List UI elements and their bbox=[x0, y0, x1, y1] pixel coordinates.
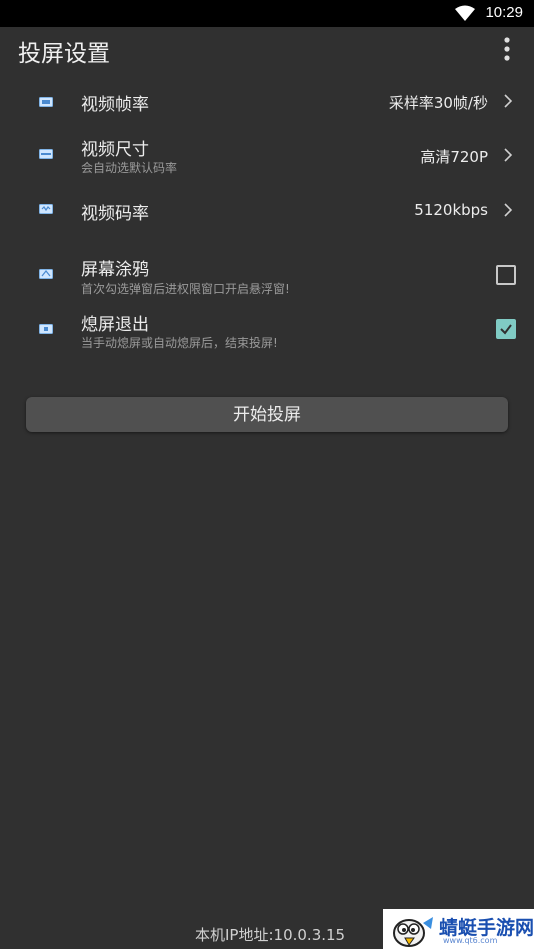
setting-frame-rate[interactable]: 视频帧率 采样率30帧/秒 bbox=[0, 82, 534, 122]
status-time: 10:29 bbox=[485, 4, 523, 21]
setting-bitrate[interactable]: 视频码率 5120kbps bbox=[0, 190, 534, 230]
watermark-url: www.qt6.com bbox=[443, 936, 498, 945]
screen-doodle-checkbox[interactable] bbox=[496, 265, 516, 285]
dragonfly-mascot-icon bbox=[393, 917, 433, 947]
start-cast-button[interactable]: 开始投屏 bbox=[26, 397, 508, 432]
page-title: 投屏设置 bbox=[18, 41, 110, 67]
exit-on-screen-off-checkbox[interactable] bbox=[496, 319, 516, 339]
chevron-right-icon bbox=[504, 203, 513, 217]
toggle-screen-doodle-sub: 首次勾选弹窗后进权限窗口开启悬浮窗! bbox=[81, 282, 290, 296]
watermark-logo: 蜻蜓手游网 www.qt6.com bbox=[383, 909, 534, 949]
chevron-right-icon bbox=[504, 148, 513, 162]
app-bar: 投屏设置 bbox=[0, 27, 534, 73]
setting-bitrate-label: 视频码率 bbox=[81, 204, 149, 224]
bitrate-icon bbox=[39, 204, 53, 214]
local-ip-text: 本机IP地址:10.0.3.15 bbox=[195, 926, 346, 944]
toggle-screen-doodle[interactable]: 屏幕涂鸦 首次勾选弹窗后进权限窗口开启悬浮窗! bbox=[0, 253, 534, 299]
setting-video-size-label: 视频尺寸 bbox=[81, 140, 149, 160]
screen-off-icon bbox=[39, 324, 53, 334]
setting-video-size-sub: 会自动选默认码率 bbox=[81, 161, 178, 175]
setting-bitrate-value: 5120kbps bbox=[414, 201, 488, 219]
wifi-icon bbox=[455, 5, 475, 21]
chevron-right-icon bbox=[504, 94, 513, 108]
setting-frame-rate-label: 视频帧率 bbox=[81, 95, 149, 115]
toggle-exit-on-screen-off[interactable]: 熄屏退出 当手动熄屏或自动熄屏后，结束投屏! bbox=[0, 310, 534, 356]
toggle-exit-on-screen-off-sub: 当手动熄屏或自动熄屏后，结束投屏! bbox=[81, 336, 278, 350]
video-icon bbox=[39, 97, 53, 107]
check-icon bbox=[500, 324, 512, 335]
toggle-screen-doodle-label: 屏幕涂鸦 bbox=[81, 260, 149, 280]
toggle-exit-on-screen-off-label: 熄屏退出 bbox=[81, 315, 149, 335]
more-options-icon[interactable] bbox=[500, 36, 514, 62]
setting-frame-rate-value: 采样率30帧/秒 bbox=[388, 94, 488, 112]
status-bar: 10:29 bbox=[0, 0, 534, 27]
setting-video-size-value: 高清720P bbox=[420, 148, 488, 166]
doodle-icon bbox=[39, 269, 53, 279]
setting-video-size[interactable]: 视频尺寸 会自动选默认码率 高清720P bbox=[0, 133, 534, 179]
resolution-icon bbox=[39, 149, 53, 159]
